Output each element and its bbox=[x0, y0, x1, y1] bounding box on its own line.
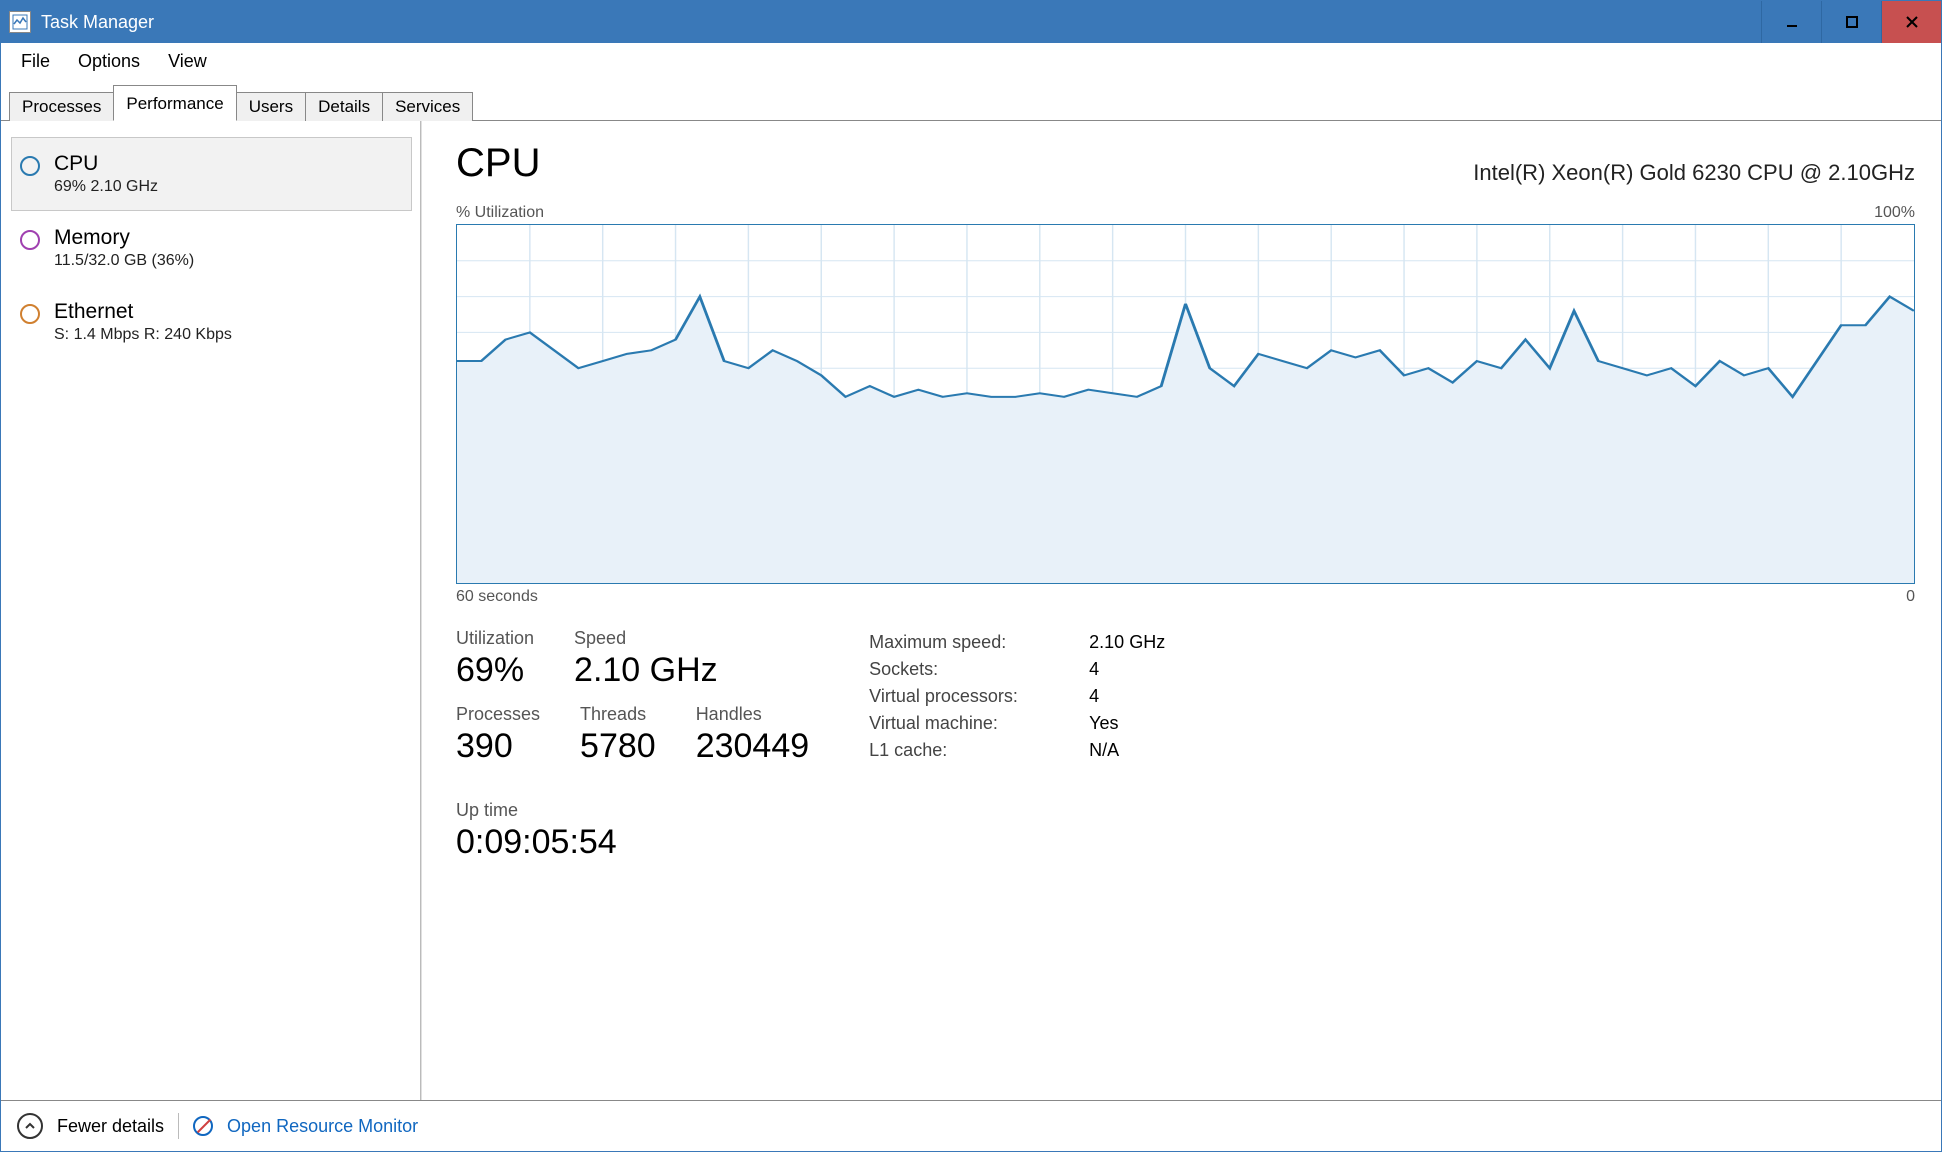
sidebar-cpu-sub: 69% 2.10 GHz bbox=[54, 178, 158, 196]
cpu-icon bbox=[20, 156, 40, 176]
close-button[interactable] bbox=[1881, 1, 1941, 43]
sidebar-item-ethernet[interactable]: Ethernet S: 1.4 Mbps R: 240 Kbps bbox=[11, 285, 412, 359]
tab-services[interactable]: Services bbox=[382, 92, 473, 121]
tab-users[interactable]: Users bbox=[236, 92, 306, 121]
window-title: Task Manager bbox=[41, 12, 154, 33]
main-area: CPU 69% 2.10 GHz Memory 11.5/32.0 GB (36… bbox=[1, 121, 1941, 1100]
sidebar-memory-title: Memory bbox=[54, 226, 194, 250]
chart-xlabel: 60 seconds bbox=[456, 588, 538, 606]
stat-handles: Handles 230449 bbox=[696, 704, 809, 766]
footer: Fewer details Open Resource Monitor bbox=[1, 1100, 1941, 1151]
chart-xmax: 0 bbox=[1906, 588, 1915, 606]
cpu-info-table: Maximum speed:2.10 GHz Sockets:4 Virtual… bbox=[869, 628, 1165, 862]
cpu-chart bbox=[456, 224, 1915, 584]
stat-processes: Processes 390 bbox=[456, 704, 540, 766]
sidebar-ethernet-sub: S: 1.4 Mbps R: 240 Kbps bbox=[54, 326, 232, 344]
chart-ymax: 100% bbox=[1874, 204, 1915, 222]
sidebar-ethernet-title: Ethernet bbox=[54, 300, 232, 324]
tab-details[interactable]: Details bbox=[305, 92, 383, 121]
fewer-details-link[interactable]: Fewer details bbox=[57, 1116, 164, 1137]
open-resource-monitor-link[interactable]: Open Resource Monitor bbox=[227, 1116, 418, 1137]
maximize-button[interactable] bbox=[1821, 1, 1881, 43]
chart-ylabel: % Utilization bbox=[456, 204, 544, 222]
title-bar: Task Manager bbox=[1, 1, 1941, 43]
chevron-collapse-icon[interactable] bbox=[17, 1113, 43, 1139]
ethernet-icon bbox=[20, 304, 40, 324]
tab-performance[interactable]: Performance bbox=[113, 85, 236, 121]
minimize-button[interactable] bbox=[1761, 1, 1821, 43]
stat-threads: Threads 5780 bbox=[580, 704, 656, 766]
cpu-full-name: Intel(R) Xeon(R) Gold 6230 CPU @ 2.10GHz bbox=[1473, 160, 1915, 186]
window-controls bbox=[1761, 1, 1941, 43]
tab-processes[interactable]: Processes bbox=[9, 92, 114, 121]
menu-view[interactable]: View bbox=[154, 45, 221, 78]
memory-icon bbox=[20, 230, 40, 250]
perf-detail: CPU Intel(R) Xeon(R) Gold 6230 CPU @ 2.1… bbox=[421, 121, 1941, 1100]
divider bbox=[178, 1113, 179, 1139]
menu-bar: File Options View bbox=[1, 43, 1941, 84]
resource-monitor-icon bbox=[193, 1116, 213, 1136]
stat-speed: Speed 2.10 GHz bbox=[574, 628, 718, 690]
detail-title: CPU bbox=[456, 141, 540, 186]
sidebar-item-cpu[interactable]: CPU 69% 2.10 GHz bbox=[11, 137, 412, 211]
sidebar-memory-sub: 11.5/32.0 GB (36%) bbox=[54, 252, 194, 270]
stat-uptime: Up time 0:09:05:54 bbox=[456, 800, 809, 862]
sidebar-item-memory[interactable]: Memory 11.5/32.0 GB (36%) bbox=[11, 211, 412, 285]
sidebar-cpu-title: CPU bbox=[54, 152, 158, 176]
app-icon bbox=[9, 11, 31, 33]
tabs: Processes Performance Users Details Serv… bbox=[1, 84, 1941, 121]
stat-utilization: Utilization 69% bbox=[456, 628, 534, 690]
menu-file[interactable]: File bbox=[7, 45, 64, 78]
menu-options[interactable]: Options bbox=[64, 45, 154, 78]
perf-sidebar: CPU 69% 2.10 GHz Memory 11.5/32.0 GB (36… bbox=[1, 121, 421, 1100]
